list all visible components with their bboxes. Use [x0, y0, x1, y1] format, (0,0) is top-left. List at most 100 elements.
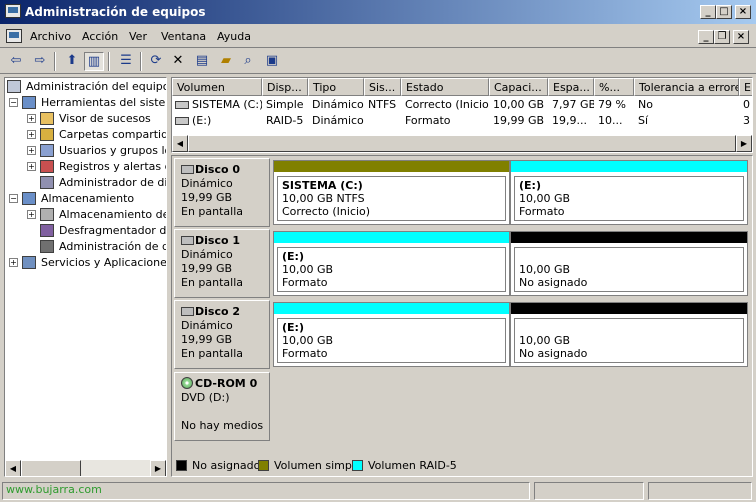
minimize-button[interactable]: _ [700, 5, 716, 19]
maximize-button[interactable]: □ [716, 5, 732, 19]
child-minimize-button[interactable]: _ [698, 30, 714, 44]
column-header-capaci[interactable]: Capaci... [489, 78, 548, 96]
volume-list-scrollbar[interactable]: ◀ ▶ [172, 135, 752, 152]
drive-icon [175, 117, 189, 125]
tree-horizontal-scrollbar[interactable]: ◀ ▶ [5, 460, 166, 476]
search-icon[interactable]: ⌕ [238, 52, 258, 71]
column-header-tolerancia-a-errores[interactable]: Tolerancia a errores [634, 78, 739, 96]
servicios-y-aplicaciones-icon [22, 256, 36, 269]
volume-cell: 10... [598, 114, 623, 127]
scroll-left-icon[interactable]: ◀ [172, 135, 188, 152]
partition-unalloc[interactable]: 10,00 GB No asignado [510, 231, 748, 296]
partition-color-bar [511, 303, 747, 314]
title-bar[interactable]: Administración de equipos _ □ × [0, 0, 756, 24]
almacenamiento-de-medios-extraibles-icon [40, 208, 54, 221]
close-button[interactable]: × [735, 5, 751, 19]
volume-cell: 0 [743, 98, 750, 111]
window-title: Administración de equipos [25, 5, 206, 19]
column-header-tipo[interactable]: Tipo [308, 78, 364, 96]
partition-size: 10,00 GB [519, 263, 571, 276]
expand-icon[interactable]: + [27, 146, 36, 155]
volume-cell: Sí [638, 114, 649, 127]
menu-ayuda[interactable]: Ayuda [217, 30, 251, 43]
forward-arrow-icon[interactable]: ⇨ [30, 52, 50, 71]
desfragmentador-de-disco-icon [40, 224, 54, 237]
disk-label-1[interactable]: Disco 1 Dinámico 19,99 GB En pantalla [174, 229, 270, 298]
up-folder-icon[interactable]: ⬆ [62, 52, 82, 71]
expand-icon[interactable]: + [27, 130, 36, 139]
partition-raid[interactable]: (E:) 10,00 GB Formato [510, 160, 748, 225]
menu-archivo[interactable]: Archivo [30, 30, 71, 43]
delete-icon[interactable]: ✕ [168, 52, 188, 71]
disk-graphic-view[interactable]: Disco 0 Dinámico 19,99 GB En pantalla SISTEM… [171, 155, 753, 477]
volume-row[interactable]: (E:) RAID-5 Dinámico Formato 19,99 GB 19,9...… [172, 113, 752, 129]
show-hide-tree-icon[interactable]: ▥ [84, 52, 104, 71]
hard-disk-icon [181, 165, 194, 174]
menu-bar: Archivo Acción Ver Ventana Ayuda _ ❐ × [0, 26, 756, 48]
hard-disk-icon [181, 236, 194, 245]
volume-cell: No [638, 98, 653, 111]
column-header-e[interactable]: E [739, 78, 752, 96]
volume-cell: Dinámico [312, 98, 364, 111]
expand-icon[interactable]: + [27, 162, 36, 171]
volume-cell: 3 [743, 114, 750, 127]
properties-sheet-icon[interactable]: ▤ [192, 52, 212, 71]
refresh-icon[interactable]: ⟳ [146, 52, 166, 71]
volume-cell: (E:) [192, 114, 212, 127]
computer-management-icon [5, 4, 21, 18]
collapse-icon[interactable]: − [9, 194, 18, 203]
volume-cell: SISTEMA (C:) [192, 98, 262, 111]
scroll-left-icon[interactable]: ◀ [5, 460, 21, 476]
almacenamiento-icon [22, 192, 36, 205]
partition-size: 10,00 GB NTFS [282, 192, 365, 205]
partition-raid[interactable]: (E:) 10,00 GB Formato [273, 302, 510, 367]
volume-cell: 19,99 GB [493, 114, 545, 127]
child-restore-button[interactable]: ❐ [714, 30, 730, 44]
menu-ventana[interactable]: Ventana [161, 30, 206, 43]
column-header-espa[interactable]: Espa... [548, 78, 594, 96]
partition-name: (E:) [282, 321, 304, 334]
menu-accion[interactable]: Acción [82, 30, 118, 43]
column-header-disp[interactable]: Disp... [262, 78, 308, 96]
help-icon[interactable]: ▣ [262, 52, 282, 71]
partition-unalloc[interactable]: 10,00 GB No asignado [510, 302, 748, 367]
partition-color-bar [274, 232, 509, 243]
expand-icon[interactable]: + [9, 258, 18, 267]
expand-icon[interactable]: + [27, 210, 36, 219]
volume-row[interactable]: SISTEMA (C:) Simple Dinámico NTFS Correcto (… [172, 97, 752, 113]
volume-cell: RAID-5 [266, 114, 304, 127]
scroll-thumb[interactable] [188, 135, 736, 152]
expand-icon[interactable]: + [27, 114, 36, 123]
scroll-right-icon[interactable]: ▶ [150, 460, 166, 476]
administrador-de-dispositivos-icon [40, 176, 54, 189]
partition-size: 10,00 GB [282, 263, 334, 276]
partition-simple[interactable]: SISTEMA (C:) 10,00 GB NTFS Correcto (Inici… [273, 160, 510, 225]
scroll-right-icon[interactable]: ▶ [736, 135, 752, 152]
registros-y-alertas-de-rendimiento-icon [40, 160, 54, 173]
scroll-thumb[interactable] [21, 460, 81, 476]
partition-name: SISTEMA (C:) [282, 179, 363, 192]
column-header-col7[interactable]: %... [594, 78, 634, 96]
properties-icon[interactable]: ☰ [116, 52, 136, 71]
back-arrow-icon[interactable]: ⇦ [6, 52, 26, 71]
partition-raid[interactable]: (E:) 10,00 GB Formato [273, 231, 510, 296]
column-header-estado[interactable]: Estado [401, 78, 489, 96]
herramientas-del-sistema-icon [22, 96, 36, 109]
legend-swatch [352, 460, 363, 471]
partition-color-bar [511, 232, 747, 243]
open-folder-icon[interactable]: ▰ [216, 52, 236, 71]
cdrom-label[interactable]: CD-ROM 0 DVD (D:) No hay medios [174, 372, 270, 441]
child-close-button[interactable]: × [733, 30, 749, 44]
partition-status: Formato [282, 347, 328, 360]
menu-ver[interactable]: Ver [129, 30, 147, 43]
collapse-icon[interactable]: − [9, 98, 18, 107]
disk-label-0[interactable]: Disco 0 Dinámico 19,99 GB En pantalla [174, 158, 270, 227]
volume-cell: 79 % [598, 98, 626, 111]
disk-label-2[interactable]: Disco 2 Dinámico 19,99 GB En pantalla [174, 300, 270, 369]
column-header-sis[interactable]: Sis... [364, 78, 401, 96]
volume-list[interactable]: Volumen Disp... Tipo Sis... Estado Capaci... E… [171, 77, 753, 153]
console-tree[interactable]: Administración del equipo (local) −Herra… [4, 77, 167, 477]
partition-color-bar [274, 161, 509, 172]
document-icon[interactable] [6, 29, 22, 43]
column-header-volumen[interactable]: Volumen [172, 78, 262, 96]
